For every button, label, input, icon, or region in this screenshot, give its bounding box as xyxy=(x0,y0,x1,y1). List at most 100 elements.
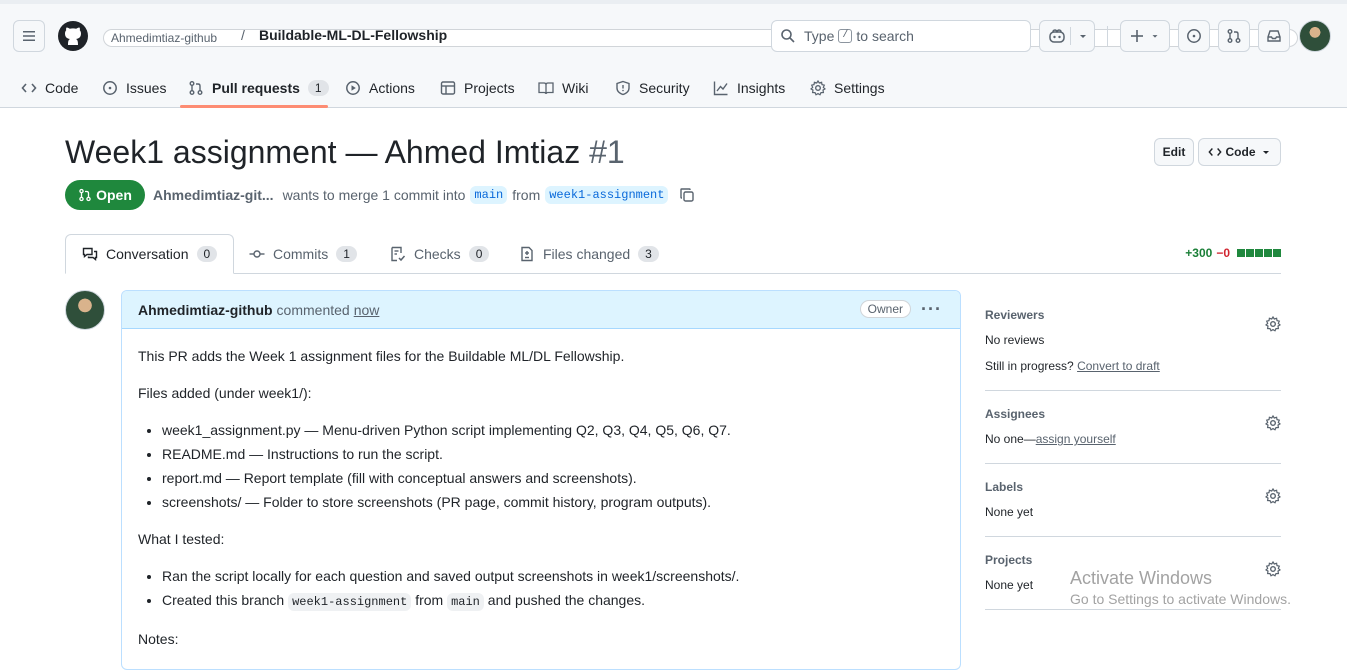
comment-header: Ahmedimtiaz-github commented now Owner ·… xyxy=(122,291,960,329)
base-branch[interactable]: main xyxy=(470,186,508,204)
gear-icon[interactable] xyxy=(1265,415,1281,431)
head-branch[interactable]: week1-assignment xyxy=(545,186,669,204)
tab-actions[interactable]: Actions xyxy=(345,68,415,108)
inbox-icon xyxy=(1267,30,1281,42)
git-pull-request-icon xyxy=(79,188,91,202)
breadcrumb-separator: / xyxy=(241,27,245,43)
tab-checks[interactable]: Checks 0 xyxy=(390,234,490,274)
pr-author-link[interactable]: Ahmedimtiaz-git... xyxy=(153,187,274,203)
copy-icon[interactable] xyxy=(679,187,695,203)
list-item: README.md — Instructions to run the scri… xyxy=(162,444,944,464)
github-logo-icon[interactable] xyxy=(57,20,89,52)
issues-shortcut-button[interactable] xyxy=(1178,20,1210,52)
diff-additions: +300 xyxy=(1185,246,1213,260)
labels-section: Labels None yet xyxy=(985,480,1281,537)
comment-discussion-icon xyxy=(82,247,98,261)
notes-heading: Notes: xyxy=(138,631,179,647)
breadcrumb-repo[interactable]: Buildable-ML-DL-Fellowship xyxy=(259,27,447,43)
projects-title[interactable]: Projects xyxy=(985,553,1281,567)
watermark-title: Activate Windows xyxy=(1070,568,1213,588)
copilot-icon xyxy=(1049,29,1065,43)
pr-title-text: Week1 assignment — Ahmed Imtiaz xyxy=(65,134,581,170)
draft-row: Still in progress? Convert to draft xyxy=(985,358,1281,374)
gear-icon[interactable] xyxy=(1265,316,1281,332)
issue-opened-icon xyxy=(103,81,117,95)
inline-code: week1-assignment xyxy=(288,593,412,611)
tab-projects-label: Projects xyxy=(464,80,515,96)
tested-text-pre: Created this branch xyxy=(162,592,285,608)
edit-title-button[interactable]: Edit xyxy=(1154,138,1194,166)
tested-text-mid: from xyxy=(415,592,444,608)
tab-issues[interactable]: Issues xyxy=(102,68,166,108)
labels-value: None yet xyxy=(985,505,1034,519)
pr-state-label: Open xyxy=(96,187,132,203)
search-input[interactable]: Type / to search xyxy=(771,20,1031,52)
tab-projects[interactable]: Projects xyxy=(440,68,515,108)
assign-yourself-link[interactable]: assign yourself xyxy=(1036,432,1116,446)
tested-heading: What I tested: xyxy=(138,531,225,547)
diffstat-blocks xyxy=(1236,246,1281,260)
tab-files-changed[interactable]: Files changed 3 xyxy=(519,234,659,274)
tab-commits-label: Commits xyxy=(273,246,329,262)
diff-deletions: −0 xyxy=(1216,246,1230,260)
assignees-section: Assignees No one—assign yourself xyxy=(985,407,1281,464)
from-text: from xyxy=(512,187,541,203)
pull-requests-shortcut-button[interactable] xyxy=(1218,20,1250,52)
gear-icon[interactable] xyxy=(1265,488,1281,504)
reviewers-title[interactable]: Reviewers xyxy=(985,308,1281,322)
file-diff-icon xyxy=(521,246,533,262)
comment-author[interactable]: Ahmedimtiaz-github xyxy=(138,302,273,318)
merge-text: wants to merge 1 commit into xyxy=(282,187,466,203)
gear-icon xyxy=(810,80,826,96)
git-pull-request-icon xyxy=(1227,29,1241,43)
hamburger-icon xyxy=(23,31,35,41)
book-icon xyxy=(538,82,554,95)
create-new-button[interactable] xyxy=(1120,20,1170,52)
kebab-menu-icon[interactable]: ··· xyxy=(921,299,942,320)
pr-title: Week1 assignment — Ahmed Imtiaz #1 xyxy=(65,134,625,171)
repo-header: Ahmedimtiaz-github / Buildable-ML-DL-Fel… xyxy=(0,4,1347,108)
tab-issues-label: Issues xyxy=(126,80,167,96)
comment-action: commented xyxy=(276,301,350,318)
list-item: report.md — Report template (fill with c… xyxy=(162,468,944,488)
pr-description-comment: Ahmedimtiaz-github commented now Owner ·… xyxy=(121,290,961,670)
copilot-button[interactable] xyxy=(1039,20,1095,52)
inbox-button[interactable] xyxy=(1258,20,1290,52)
code-dropdown-button[interactable]: Code xyxy=(1198,138,1281,166)
labels-title[interactable]: Labels xyxy=(985,480,1281,494)
tab-conversation[interactable]: Conversation 0 xyxy=(65,234,235,274)
chevron-down-icon xyxy=(1262,151,1269,154)
pull-requests-count-badge: 1 xyxy=(307,80,329,96)
tab-wiki-label: Wiki xyxy=(562,80,589,96)
owner-badge: Owner xyxy=(859,300,911,318)
assignees-title[interactable]: Assignees xyxy=(985,407,1281,421)
shield-icon xyxy=(616,80,630,96)
commits-count: 1 xyxy=(336,246,357,262)
checks-count: 0 xyxy=(468,246,490,262)
convert-to-draft-link[interactable]: Convert to draft xyxy=(1077,359,1160,373)
tab-security[interactable]: Security xyxy=(615,68,690,108)
pr-number: #1 xyxy=(589,134,625,170)
assignees-row: No one—assign yourself xyxy=(985,431,1281,447)
user-avatar[interactable] xyxy=(1299,20,1331,52)
active-tab-indicator xyxy=(180,105,328,108)
play-icon xyxy=(346,81,360,95)
tab-pull-requests[interactable]: Pull requests 1 xyxy=(188,68,329,108)
assignees-value: No one— xyxy=(985,432,1036,446)
tab-insights[interactable]: Insights xyxy=(713,68,785,108)
tab-settings[interactable]: Settings xyxy=(810,68,885,108)
comment-body: This PR adds the Week 1 assignment files… xyxy=(122,329,960,669)
tab-commits[interactable]: Commits 1 xyxy=(249,234,357,274)
comment-timestamp[interactable]: now xyxy=(354,302,380,318)
checklist-icon xyxy=(391,246,406,262)
code-dropdown-label: Code xyxy=(1225,145,1256,159)
tab-wiki[interactable]: Wiki xyxy=(538,68,588,108)
tab-code-label: Code xyxy=(45,80,79,96)
tested-list: Ran the script locally for each question… xyxy=(162,566,944,612)
pr-meta: Ahmedimtiaz-git... wants to merge 1 comm… xyxy=(153,186,695,204)
tab-code[interactable]: Code xyxy=(21,68,78,108)
files-changed-count: 3 xyxy=(638,246,659,262)
tab-security-label: Security xyxy=(639,80,690,96)
comment-author-avatar[interactable] xyxy=(65,290,105,330)
hamburger-menu-button[interactable] xyxy=(13,20,45,52)
